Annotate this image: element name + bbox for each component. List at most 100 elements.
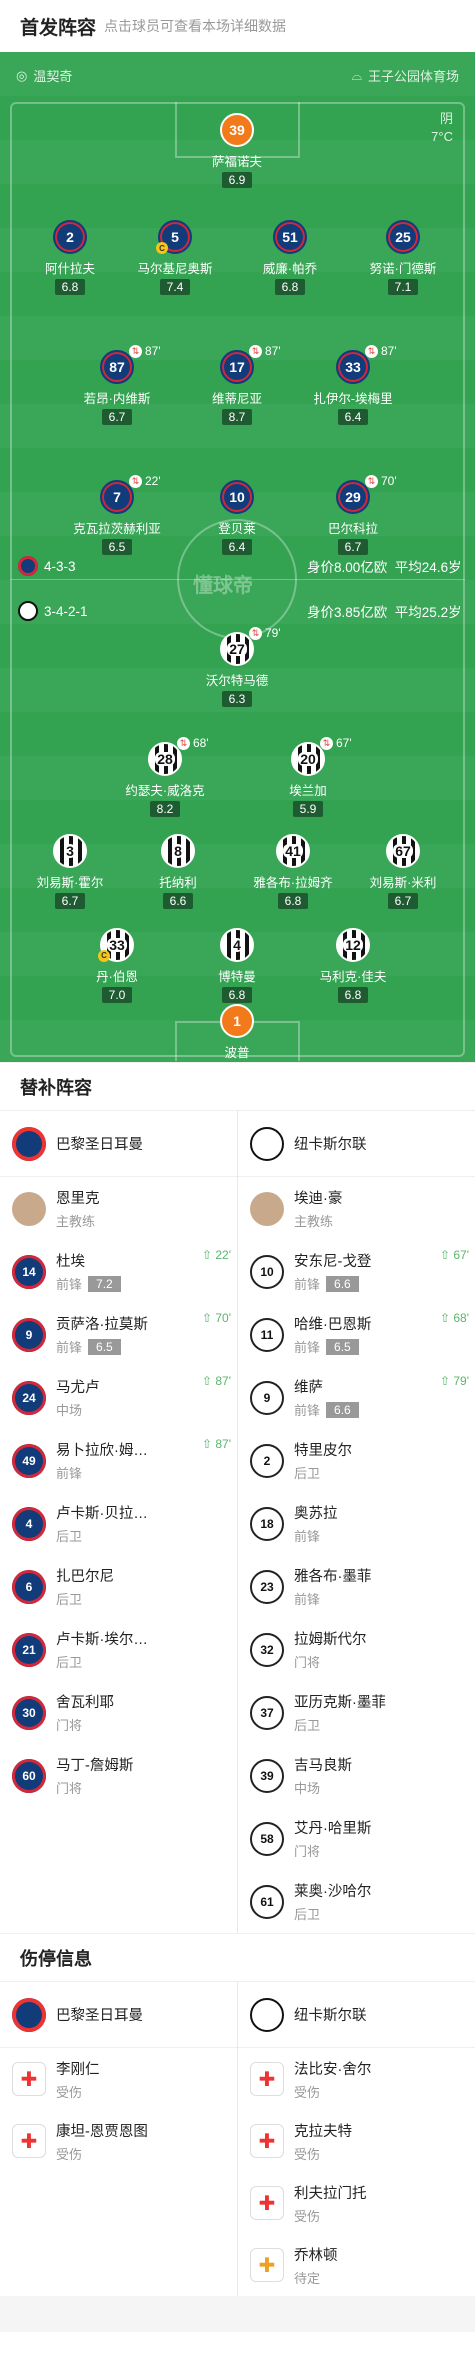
subs-away-team[interactable]: 纽卡斯尔联 (238, 1111, 475, 1177)
jersey-number: 5 (171, 229, 179, 245)
home-coach[interactable]: 恩里克 主教练 (0, 1177, 237, 1240)
home-player[interactable]: 33 ⇅ 87' 扎伊尔-埃梅里 6.4 (293, 344, 413, 426)
away-coach[interactable]: 埃迪·豪 主教练 (238, 1177, 475, 1240)
away-player[interactable]: 27 ⇅ 79' 沃尔特马德 6.3 (177, 626, 297, 708)
sub-player-row[interactable]: 9 贡萨洛·拉莫斯 前锋 6.5 ⇧ 70' (0, 1303, 237, 1366)
player-name: 克瓦拉茨赫利亚 (73, 522, 161, 536)
sub-player-row[interactable]: 14 杜埃 前锋 7.2 ⇧ 22' (0, 1240, 237, 1303)
jersey-number: 8 (172, 843, 184, 859)
jersey-number: 51 (282, 229, 298, 245)
sub-player-row[interactable]: 11 哈维·巴恩斯 前锋 6.5 ⇧ 68' (238, 1303, 475, 1366)
injury-status: 受伤 (294, 2146, 321, 2162)
home-player[interactable]: 10 登贝莱 6.4 (177, 480, 297, 556)
sub-on-icon: ⇧ (201, 1374, 216, 1388)
away-player[interactable]: 4 博特曼 6.8 (177, 928, 297, 1004)
watermark: 懂球帝 (193, 575, 253, 597)
away-player[interactable]: 28 ⇅ 68' 约瑟夫·威洛克 8.2 (105, 736, 225, 818)
sub-player-row[interactable]: 37 亚历克斯·墨菲 后卫 (238, 1681, 475, 1744)
jersey-number: 33 (107, 937, 127, 953)
home-player[interactable]: 51 威廉·帕乔 6.8 (230, 220, 350, 296)
sub-player-row[interactable]: 39 吉马良斯 中场 (238, 1744, 475, 1807)
player-rating: 6.8 (54, 279, 86, 295)
sub-player-row[interactable]: 2 特里皮尔 后卫 (238, 1429, 475, 1492)
injury-row[interactable]: ✚ 乔林顿 待定 (238, 2234, 475, 2296)
injury-row[interactable]: ✚ 李刚仁 受伤 (0, 2048, 237, 2110)
jersey-icon: 2 (53, 220, 87, 254)
player-position: 前锋 (56, 1340, 83, 1355)
sub-player-row[interactable]: 23 雅各布·墨菲 前锋 (238, 1555, 475, 1618)
coach-role: 主教练 (56, 1214, 96, 1229)
home-player[interactable]: 2 阿什拉夫 6.8 (10, 220, 130, 296)
substitution-event: ⇅ 68' (177, 736, 209, 750)
player-position: 后卫 (56, 1655, 83, 1670)
home-player[interactable]: 87 ⇅ 87' 若昂·内维斯 6.7 (57, 344, 177, 426)
player-rating: 8.7 (221, 409, 253, 425)
sub-player-row[interactable]: 4 卢卡斯·贝拉尔多后卫 (0, 1492, 237, 1555)
stadium-name: 王子公园体育场 (367, 69, 459, 84)
injury-row[interactable]: ✚ 利夫拉门托 受伤 (238, 2172, 475, 2234)
subs-home-team[interactable]: 巴黎圣日耳曼 (0, 1111, 237, 1177)
temperature: 7°C (431, 129, 453, 144)
home-stats: 身价8.00亿欧 平均24.6岁 (307, 556, 462, 576)
player-name: 安东尼-戈登 (294, 1254, 372, 1270)
player-name: 特里皮尔 (294, 1443, 352, 1459)
jersey-icon: 33 C (98, 928, 134, 962)
away-player[interactable]: 41 雅各布·拉姆齐 6.8 (233, 834, 353, 910)
away-player[interactable]: 20 ⇅ 67' 埃兰加 5.9 (248, 736, 368, 818)
injuries-home-team[interactable]: 巴黎圣日耳曼 (0, 1982, 237, 2048)
sub-player-row[interactable]: 10 安东尼-戈登 前锋 6.6 ⇧ 67' (238, 1240, 475, 1303)
sub-player-row[interactable]: 49 易卜拉欣·姆巴耶前锋 ⇧ 87' (0, 1429, 237, 1492)
home-value: 身价8.00亿欧 (307, 560, 388, 575)
substitution-event: ⇅ 70' (365, 474, 397, 488)
sub-player-row[interactable]: 32 拉姆斯代尔 门将 (238, 1618, 475, 1681)
sub-minute: 87' (265, 344, 281, 358)
home-player[interactable]: 7 ⇅ 22' 克瓦拉茨赫利亚 6.5 (57, 474, 177, 556)
sub-minute: 87' (145, 344, 161, 358)
sub-on-icon: ⇧ (201, 1248, 216, 1262)
player-name: 马丁-詹姆斯 (56, 1758, 134, 1774)
player-name: 巴尔科拉 (327, 522, 378, 536)
player-rating: 6.6 (326, 1401, 359, 1418)
player-name: 威廉·帕乔 (262, 262, 318, 276)
sub-player-row[interactable]: 30 舍瓦利耶 门将 (0, 1681, 237, 1744)
home-player[interactable]: 39 萨福诺夫 6.9 (177, 113, 297, 189)
away-player[interactable]: 1波普7.7 (177, 1004, 297, 1062)
psg-crest-icon (12, 1997, 46, 2032)
substitution-event: ⇅ 22' (129, 474, 161, 488)
newcastle-crest-icon (250, 1997, 284, 2032)
home-player[interactable]: 5 C 马尔基尼奥斯 7.4 (115, 220, 235, 296)
player-position: 中场 (56, 1403, 83, 1418)
injuries-away-team[interactable]: 纽卡斯尔联 (238, 1982, 475, 2048)
injury-row[interactable]: ✚ 法比安·舍尔 受伤 (238, 2048, 475, 2110)
injury-row[interactable]: ✚ 克拉夫特 受伤 (238, 2110, 475, 2172)
whistle-icon: ◎ (16, 67, 28, 83)
sub-player-row[interactable]: 60 马丁-詹姆斯 门将 (0, 1744, 237, 1807)
home-player[interactable]: 29 ⇅ 70' 巴尔科拉 6.7 (293, 474, 413, 556)
player-name: 马利克·佳夫 (319, 970, 387, 984)
away-player[interactable]: 67 刘易斯·米利 6.7 (343, 834, 463, 910)
sub-player-row[interactable]: 58 艾丹·哈里斯 门将 (238, 1807, 475, 1870)
sub-off-icon: ⇅ (249, 626, 262, 640)
referee-name: 温契奇 (33, 69, 73, 84)
player-position: 前锋 (56, 1466, 83, 1481)
sub-off-icon: ⇅ (177, 736, 190, 750)
away-stats: 身价3.85亿欧 平均25.2岁 (307, 601, 462, 621)
jersey-icon: 4 (12, 1506, 46, 1541)
player-position: 前锋 (294, 1592, 321, 1607)
injury-row[interactable]: ✚ 康坦-恩贾恩图 受伤 (0, 2110, 237, 2172)
away-player[interactable]: 3 刘易斯·霍尔 6.7 (10, 834, 130, 910)
home-player[interactable]: 25 努诺·门德斯 7.1 (343, 220, 463, 296)
home-player[interactable]: 17 ⇅ 87' 维蒂尼亚 8.7 (177, 344, 297, 426)
away-player[interactable]: 12 马利克·佳夫 6.8 (293, 928, 413, 1004)
away-player[interactable]: 33 C 丹·伯恩 7.0 (57, 928, 177, 1004)
sub-minute: 70' (381, 474, 397, 488)
jersey-icon: 1 (220, 1004, 254, 1038)
sub-player-row[interactable]: 6 扎巴尔尼 后卫 (0, 1555, 237, 1618)
sub-player-row[interactable]: 24 马尤卢 中场 ⇧ 87' (0, 1366, 237, 1429)
away-player[interactable]: 8 托纳利 6.6 (118, 834, 238, 910)
sub-player-row[interactable]: 18 奥苏拉 前锋 (238, 1492, 475, 1555)
sub-player-row[interactable]: 9 维萨 前锋 6.6 ⇧ 79' (238, 1366, 475, 1429)
sub-player-row[interactable]: 61 莱奥·沙哈尔 后卫 (238, 1870, 475, 1933)
sub-player-row[interactable]: 21 卢卡斯·埃尔南德斯后卫 (0, 1618, 237, 1681)
player-rating: 6.6 (326, 1275, 359, 1292)
